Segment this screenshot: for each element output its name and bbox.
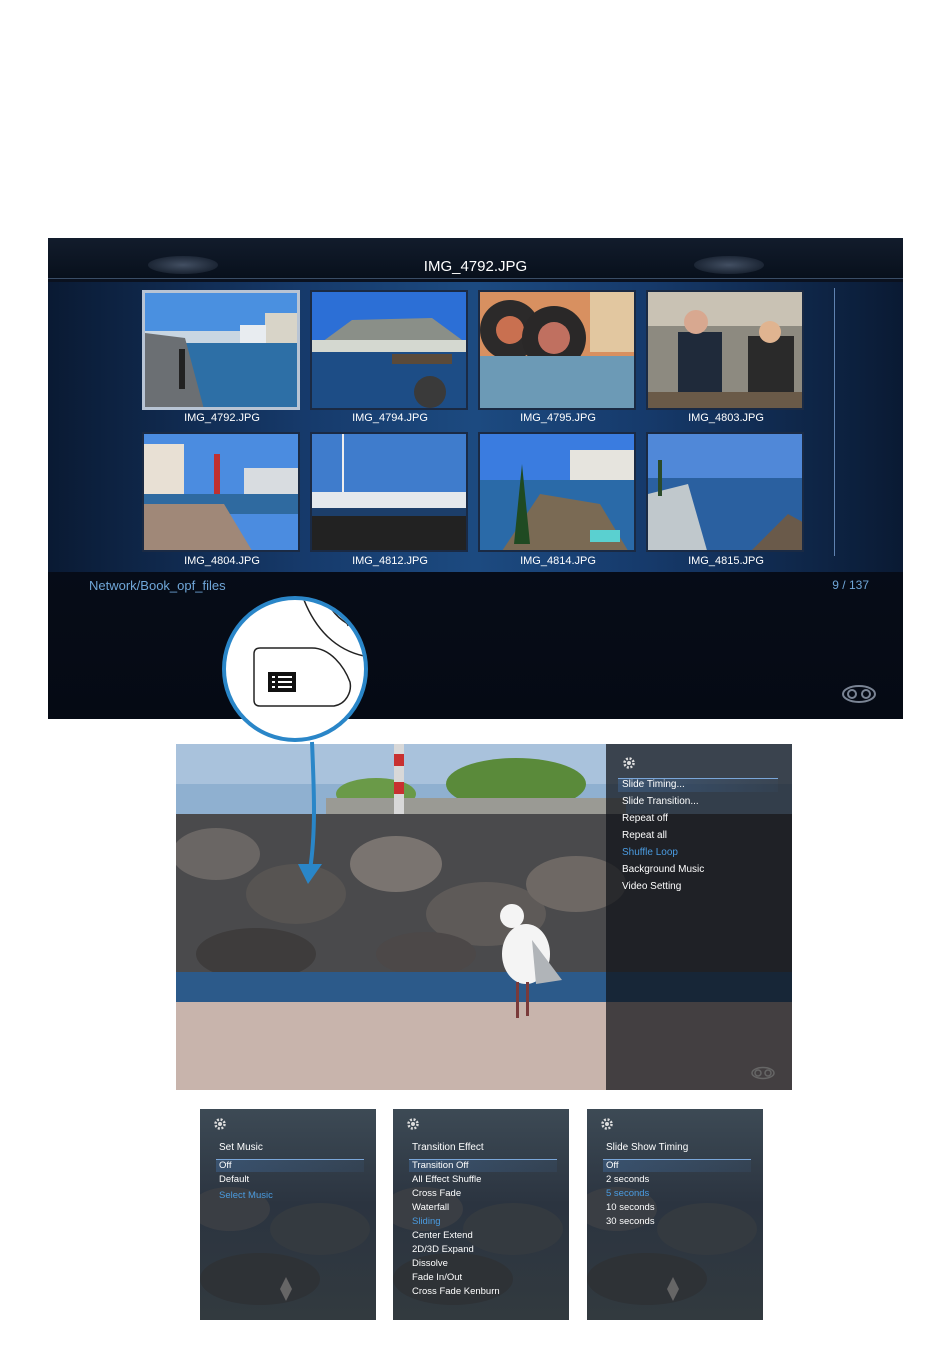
remote-button-callout — [222, 596, 368, 742]
menu-list-icon — [268, 672, 296, 692]
callout-arrow — [298, 741, 322, 884]
